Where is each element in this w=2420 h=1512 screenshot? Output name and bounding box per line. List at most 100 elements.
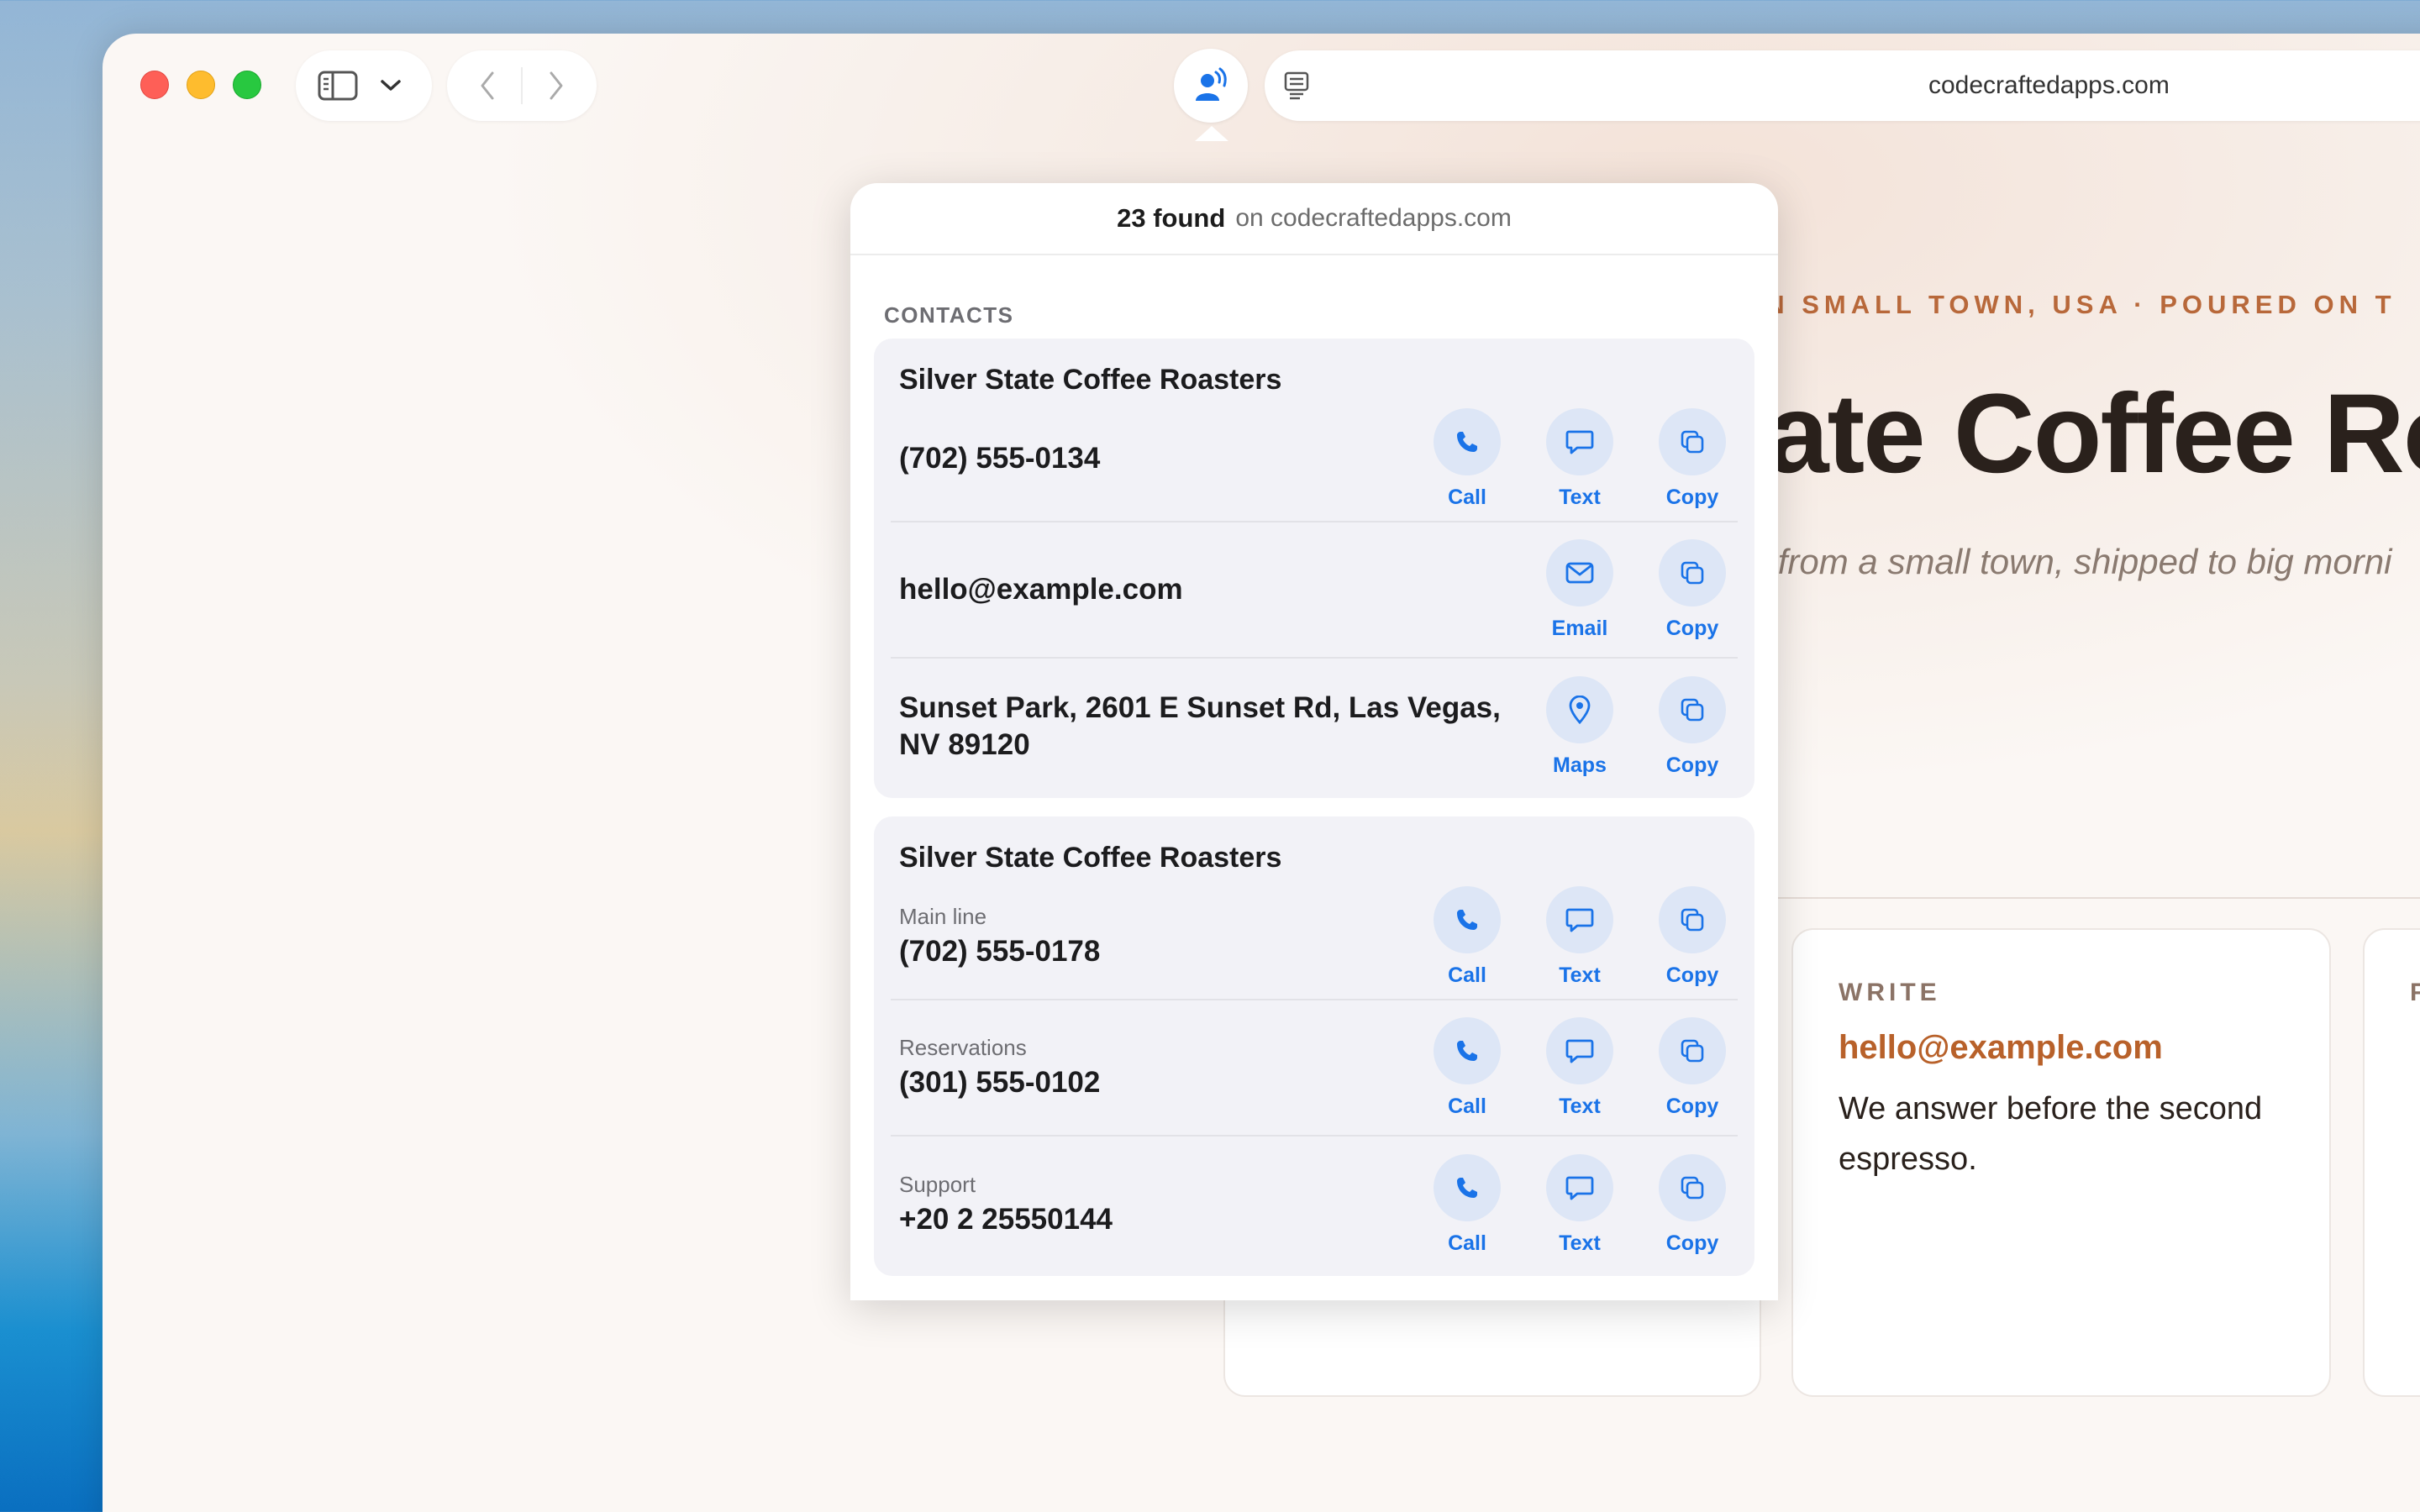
- action-label: Copy: [1665, 616, 1719, 640]
- maps-action-circle[interactable]: [1546, 675, 1613, 743]
- copy-button[interactable]: Copy: [1659, 885, 1726, 988]
- call-button[interactable]: Call: [1434, 1016, 1501, 1119]
- copy-icon: [1681, 430, 1704, 453]
- contact-row-value: (702) 555-0178: [899, 934, 1101, 968]
- contact-row-text: hello@example.com: [891, 571, 1546, 608]
- call-action-circle[interactable]: [1434, 885, 1501, 953]
- contact-row-text: Support +20 2 25550144: [891, 1172, 1434, 1238]
- copy-button[interactable]: Copy: [1659, 407, 1726, 510]
- card-label: WRITE: [1839, 979, 1941, 1006]
- text-action-circle[interactable]: [1546, 885, 1613, 953]
- nav-separator: [521, 67, 523, 104]
- contact-row-label: Main line: [899, 903, 987, 929]
- person-wave-icon: [1196, 67, 1227, 101]
- action-label: Maps: [1553, 753, 1607, 777]
- action-label: Text: [1559, 485, 1601, 509]
- message-bubble-icon: [1565, 1176, 1594, 1200]
- copy-icon: [1681, 908, 1704, 931]
- action-label: Copy: [1665, 485, 1719, 509]
- contact-row: Sunset Park, 2601 E Sunset Rd, Las Vegas…: [891, 659, 1738, 795]
- section-label: CONTACTS: [884, 302, 1014, 328]
- chevron-down-icon: [380, 80, 401, 91]
- copy-button[interactable]: Copy: [1659, 1016, 1726, 1119]
- phone-icon: [1457, 909, 1477, 930]
- copy-button[interactable]: Copy: [1659, 1153, 1726, 1256]
- chevron-left-icon: [481, 71, 494, 100]
- text-button[interactable]: Text: [1546, 1153, 1613, 1256]
- action-label: Call: [1448, 963, 1486, 987]
- forward-button[interactable]: [533, 62, 580, 109]
- call-action-circle[interactable]: [1434, 407, 1501, 475]
- contact-group-title: Silver State Coffee Roasters: [899, 842, 1282, 874]
- page-subtitle: asting from a small town, shipped to big…: [1674, 542, 2392, 581]
- contact-row-value: (702) 555-0134: [899, 442, 1101, 475]
- action-label: Copy: [1665, 1231, 1719, 1255]
- map-pin-icon: [1569, 695, 1591, 724]
- contact-row-label: Support: [899, 1171, 976, 1197]
- action-label: Text: [1559, 1094, 1601, 1118]
- reader-button[interactable]: [1283, 71, 1310, 101]
- contacts-extension-button[interactable]: [1174, 49, 1248, 123]
- text-button[interactable]: Text: [1546, 1016, 1613, 1119]
- contact-row-text: (702) 555-0134: [891, 440, 1434, 477]
- call-button[interactable]: Call: [1434, 1153, 1501, 1256]
- maps-button[interactable]: Maps: [1546, 675, 1613, 778]
- message-bubble-icon: [1565, 430, 1594, 454]
- text-button[interactable]: Text: [1546, 407, 1613, 510]
- text-action-circle[interactable]: [1546, 1153, 1613, 1221]
- contact-row-value: (301) 555-0102: [899, 1065, 1101, 1099]
- copy-icon: [1681, 1039, 1704, 1062]
- call-action-circle[interactable]: [1434, 1153, 1501, 1221]
- phone-icon: [1457, 1177, 1477, 1198]
- copy-button[interactable]: Copy: [1659, 675, 1726, 778]
- copy-icon: [1681, 698, 1704, 721]
- email-button[interactable]: Email: [1546, 538, 1613, 641]
- call-button[interactable]: Call: [1434, 407, 1501, 510]
- card-email-link[interactable]: hello@example.com: [1839, 1029, 2284, 1067]
- contact-row-text: Sunset Park, 2601 E Sunset Rd, Las Vegas…: [891, 690, 1546, 764]
- message-bubble-icon: [1565, 908, 1594, 932]
- chevron-right-icon: [550, 71, 563, 100]
- contact-row-actions: Call Text Copy: [1434, 885, 1738, 988]
- minimize-window-button[interactable]: [187, 71, 215, 99]
- address-bar[interactable]: codecraftedapps.com: [1265, 50, 2420, 121]
- email-action-circle[interactable]: [1546, 538, 1613, 606]
- zoom-window-button[interactable]: [233, 71, 261, 99]
- copy-action-circle[interactable]: [1659, 538, 1726, 606]
- page-divider: [1674, 897, 2420, 899]
- sidebar-toggle-button[interactable]: [314, 62, 361, 109]
- copy-action-circle[interactable]: [1659, 1153, 1726, 1221]
- navigation-control: [447, 50, 597, 121]
- phone-icon: [1457, 431, 1477, 452]
- copy-action-circle[interactable]: [1659, 675, 1726, 743]
- contact-group: Silver State Coffee Roasters Main line (7…: [874, 816, 1754, 1276]
- contact-row-label: Reservations: [899, 1034, 1027, 1060]
- copy-button[interactable]: Copy: [1659, 538, 1726, 641]
- action-label: Copy: [1665, 753, 1719, 777]
- action-label: Copy: [1665, 963, 1719, 987]
- copy-action-circle[interactable]: [1659, 407, 1726, 475]
- text-action-circle[interactable]: [1546, 1016, 1613, 1084]
- contact-row-actions: Email Copy: [1546, 538, 1738, 641]
- call-button[interactable]: Call: [1434, 885, 1501, 988]
- contact-row: (702) 555-0134 Call Text Copy: [891, 396, 1738, 522]
- text-action-circle[interactable]: [1546, 407, 1613, 475]
- contact-row-text: Main line (702) 555-0178: [891, 904, 1434, 970]
- copy-action-circle[interactable]: [1659, 885, 1726, 953]
- browser-window: codecraftedapps.com TED IN SMALL TOWN, U…: [103, 34, 2420, 1512]
- card-body: We answer before the second espresso.: [1839, 1091, 2263, 1177]
- popover-header: 23 found on codecraftedapps.com: [850, 183, 1778, 255]
- page-tagline: TED IN SMALL TOWN, USA · POURED ON T: [1674, 290, 2396, 319]
- back-button[interactable]: [464, 62, 511, 109]
- copy-action-circle[interactable]: [1659, 1016, 1726, 1084]
- text-button[interactable]: Text: [1546, 885, 1613, 988]
- action-label: Text: [1559, 963, 1601, 987]
- url-text: codecraftedapps.com: [1928, 71, 2170, 99]
- popover-caret: [1195, 126, 1228, 141]
- close-window-button[interactable]: [140, 71, 169, 99]
- tab-group-menu-button[interactable]: [367, 62, 414, 109]
- phone-icon: [1457, 1040, 1477, 1061]
- contact-row-actions: Call Text Copy: [1434, 1016, 1738, 1119]
- copy-icon: [1681, 561, 1704, 584]
- call-action-circle[interactable]: [1434, 1016, 1501, 1084]
